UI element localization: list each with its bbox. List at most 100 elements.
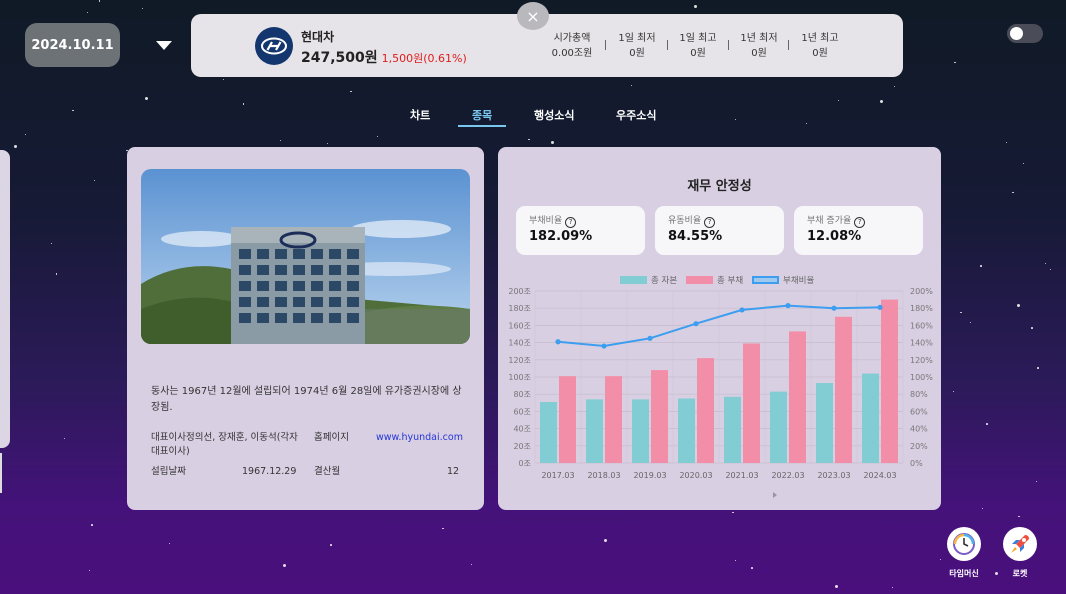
metric-label: 유동비율: [668, 216, 702, 226]
star: [442, 527, 444, 530]
debt-ratio-point: [831, 305, 837, 311]
star: [954, 61, 956, 64]
star: [986, 423, 988, 425]
metric-value: 84.55%: [668, 229, 723, 244]
stat-label: 1일 최고: [679, 33, 717, 44]
bar-equity: [770, 391, 787, 463]
star: [982, 507, 984, 509]
star: [834, 584, 838, 588]
stat-day-low: 1일 최저 0원: [607, 31, 667, 61]
tab-chart[interactable]: 차트: [410, 107, 430, 123]
x-tick-label: 2019.03: [633, 471, 666, 480]
star: [91, 524, 93, 526]
star: [969, 321, 971, 323]
financial-stability-card: 재무 안정성 부채비율? 182.09% 유동비율? 84.55% 부채 증가율…: [498, 147, 941, 510]
star: [1036, 480, 1038, 482]
star: [528, 138, 530, 141]
x-tick-label: 2022.03: [771, 471, 804, 480]
stock-summary-card: 현대차 247,500원 1,500원(0.61%) 시가총액 0.00조원 1일…: [191, 14, 903, 77]
y-right-tick-label: 40%: [910, 425, 928, 434]
scroll-indicator-icon: [773, 492, 777, 498]
bar-liabilities: [835, 316, 852, 463]
stat-value: 0.00조원: [551, 48, 593, 59]
founded-label: 설립날짜: [151, 466, 186, 477]
bar-liabilities: [743, 343, 760, 463]
theme-toggle[interactable]: [1007, 24, 1043, 43]
star: [952, 390, 954, 392]
chevron-down-icon[interactable]: [156, 41, 172, 50]
metric-debt-growth: 부채 증가율? 12.08%: [794, 206, 923, 255]
close-button[interactable]: ×: [517, 2, 549, 30]
y-left-tick-label: 120조: [508, 356, 531, 365]
help-icon[interactable]: ?: [704, 217, 716, 228]
y-right-tick-label: 160%: [910, 321, 933, 330]
star: [279, 139, 282, 142]
star: [330, 544, 332, 546]
debt-ratio-point: [739, 307, 745, 313]
star: [223, 79, 225, 81]
star: [24, 133, 26, 135]
star: [50, 243, 52, 245]
stat-market-cap: 시가총액 0.00조원: [542, 31, 602, 61]
y-right-tick-label: 200%: [910, 287, 933, 296]
bar-liabilities: [651, 370, 668, 463]
stock-name: 현대차: [301, 30, 335, 44]
tab-space-news[interactable]: 우주소식: [616, 107, 656, 123]
x-tick-label: 2020.03: [679, 471, 712, 480]
star: [144, 97, 148, 101]
stat-value: 0원: [690, 48, 706, 59]
stat-year-high: 1년 최고 0원: [790, 31, 850, 61]
star: [751, 567, 753, 569]
side-panel-edge[interactable]: [0, 150, 10, 448]
homepage-link[interactable]: www.hyundai.com: [376, 431, 463, 445]
star: [282, 564, 286, 568]
stat-year-low: 1년 최저 0원: [729, 31, 789, 61]
y-left-tick-label: 140조: [508, 339, 531, 348]
star: [732, 511, 734, 514]
star: [1049, 269, 1051, 271]
tab-bar: 차트 종목 행성소식 우주소식: [0, 104, 1066, 128]
rocket-button[interactable]: [1003, 527, 1037, 561]
debt-ratio-point: [693, 321, 699, 327]
stat-label: 1년 최저: [740, 33, 778, 44]
y-left-tick-label: 60조: [513, 407, 531, 416]
stock-price-value: 247,500원: [301, 50, 378, 66]
metric-value: 182.09%: [529, 229, 593, 244]
star: [892, 586, 894, 588]
hyundai-logo-icon: [255, 27, 293, 65]
star: [470, 563, 473, 566]
company-info-card: 동사는 1967년 12월에 설립되어 1974년 6월 28일에 유가증권시장…: [127, 147, 484, 510]
star: [893, 85, 896, 88]
star: [55, 273, 58, 275]
rocket-icon: [1011, 535, 1029, 553]
tab-stock-info[interactable]: 종목: [472, 107, 492, 123]
founded-value: 1967.12.29: [242, 466, 297, 477]
star: [93, 180, 95, 182]
active-tab-indicator: [458, 125, 506, 127]
star: [735, 560, 737, 562]
date-selector[interactable]: 2024.10.11: [25, 23, 120, 67]
divider: [605, 40, 606, 50]
star: [377, 135, 378, 137]
financial-title: 재무 안정성: [687, 179, 752, 194]
bar-liabilities: [559, 376, 576, 463]
y-right-tick-label: 140%: [910, 339, 933, 348]
stock-change: 1,500원(0.61%): [381, 52, 467, 65]
bar-liabilities: [697, 358, 714, 463]
y-left-tick-label: 20조: [513, 442, 531, 451]
bar-equity: [586, 399, 603, 463]
star: [1017, 303, 1021, 307]
y-right-tick-label: 80%: [910, 390, 928, 399]
time-machine-button[interactable]: [947, 527, 981, 561]
x-tick-label: 2021.03: [725, 471, 758, 480]
y-right-tick-label: 180%: [910, 304, 933, 313]
x-tick-label: 2023.03: [817, 471, 850, 480]
tab-planet-news[interactable]: 행성소식: [534, 107, 574, 123]
debt-ratio-point: [601, 343, 607, 349]
star: [14, 144, 18, 148]
help-icon[interactable]: ?: [854, 217, 866, 228]
help-icon[interactable]: ?: [565, 217, 577, 228]
homepage-label: 홈페이지: [314, 432, 349, 443]
star: [168, 542, 170, 544]
clock-icon: [953, 533, 975, 555]
